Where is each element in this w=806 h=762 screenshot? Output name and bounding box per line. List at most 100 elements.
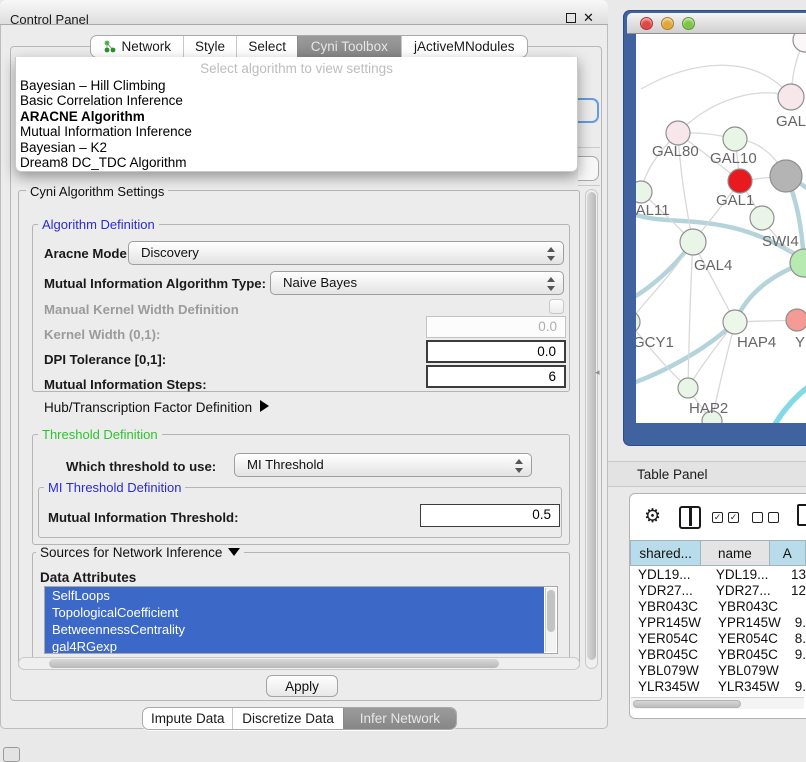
tab-network[interactable]: Network (91, 36, 183, 57)
checked-checkbox-icon[interactable]: ✓ (728, 512, 739, 523)
hidden-groupbox-line (578, 185, 600, 186)
hub-definition-label: Hub/Transcription Factor Definition (44, 400, 252, 415)
algorithm-option[interactable]: Bayesian – K2 (16, 140, 577, 155)
tab-discretize-data[interactable]: Discretize Data (232, 708, 342, 729)
settings-vscrollbar-thumb[interactable] (587, 192, 596, 660)
table-row[interactable]: YBR045CYBR045C9. (630, 647, 806, 663)
network-node[interactable] (793, 34, 806, 52)
minimize-traffic-light[interactable] (661, 17, 674, 30)
tab-impute-data[interactable]: Impute Data (143, 708, 232, 729)
network-node-gal11[interactable] (636, 181, 652, 203)
attribute-item-selected[interactable]: BetweennessCentrality (45, 621, 544, 638)
sources-toggle[interactable]: Sources for Network Inference (36, 545, 244, 560)
network-node[interactable] (770, 160, 802, 192)
tab-style[interactable]: Style (183, 36, 237, 57)
attribute-item-selected[interactable]: gal4RGexp (45, 638, 544, 654)
close-traffic-light[interactable] (640, 17, 653, 30)
which-threshold-combo[interactable]: MI Threshold (234, 453, 532, 477)
network-node-swi4[interactable] (750, 206, 774, 230)
table-rows[interactable]: YDL19...YDL19...13YDR27...YDR27...12YBR0… (630, 567, 806, 698)
table-horizontal-scrollbar[interactable] (631, 697, 804, 709)
aracne-mode-value: Discovery (141, 245, 199, 260)
hub-definition-toggle[interactable]: Hub/Transcription Factor Definition (44, 400, 269, 415)
network-node-gal1[interactable] (728, 169, 752, 193)
data-attributes-label: Data Attributes (40, 570, 136, 585)
network-node-hap4[interactable] (723, 310, 747, 334)
algorithm-option[interactable]: Mutual Information Inference (16, 124, 577, 139)
settings-horizontal-scrollbar[interactable] (18, 657, 580, 670)
column-header-shared[interactable]: shared... (630, 540, 701, 566)
dpi-tolerance-field[interactable]: 0.0 (426, 340, 566, 363)
network-window-titlebar[interactable] (627, 13, 806, 34)
table-row[interactable]: YER054CYER054C8. (630, 631, 806, 647)
gear-icon[interactable]: ⚙ (644, 505, 661, 528)
split-columns-icon[interactable] (679, 506, 701, 529)
manual-kernel-width-checkbox[interactable] (549, 299, 564, 314)
table-row[interactable]: YBR043CYBR043C (630, 599, 806, 615)
settings-hscrollbar-thumb[interactable] (49, 659, 499, 668)
table-cell: YER054C (708, 631, 783, 647)
algorithm-dropdown-popup: Select algorithm to view settings Bayesi… (15, 57, 578, 172)
table-row[interactable]: YLR345WYLR345W9. (630, 679, 806, 695)
tab-select[interactable]: Select (236, 36, 297, 57)
settings-vertical-scrollbar[interactable] (585, 189, 598, 669)
network-node-gal7[interactable] (778, 84, 804, 110)
unchecked-checkbox-icon[interactable] (752, 512, 763, 523)
attributes-scrollbar[interactable] (545, 588, 556, 652)
dpi-tolerance-label: DPI Tolerance [0,1]: (44, 352, 166, 367)
algorithm-option[interactable]: Basic Correlation Inference (16, 93, 577, 108)
algorithm-option[interactable]: Bayesian – Hill Climbing (16, 78, 577, 93)
data-attributes-list[interactable]: SelfLoopsTopologicalCoefficientBetweenne… (44, 586, 558, 654)
algorithm-option[interactable]: ARACNE Algorithm (16, 109, 577, 124)
network-node-gal4[interactable] (680, 229, 706, 255)
attribute-item-selected[interactable]: TopologicalCoefficient (45, 604, 544, 621)
table-cell: YPR145W (630, 615, 708, 631)
table-row[interactable]: YPR145WYPR145W9. (630, 615, 806, 631)
table-cell: 9. (783, 647, 806, 663)
zoom-traffic-light[interactable] (682, 17, 695, 30)
apply-button[interactable]: Apply (266, 675, 338, 697)
minimized-panel-icon[interactable] (3, 747, 20, 762)
tab-jactivemnodules[interactable]: jActiveMNodules (401, 36, 527, 57)
network-node-hap2[interactable] (678, 378, 698, 398)
float-window-icon[interactable] (566, 13, 576, 23)
network-node-gal10[interactable] (723, 127, 747, 151)
tab-infer-network[interactable]: Infer Network (343, 708, 456, 729)
network-node-gcy1[interactable] (636, 311, 640, 333)
algorithm-option[interactable]: Dream8 DC_TDC Algorithm (16, 155, 577, 170)
network-node-gal80[interactable] (666, 121, 690, 145)
kernel-width-label: Kernel Width (0,1): (44, 327, 160, 342)
column-header-a[interactable]: A (770, 540, 806, 566)
close-icon[interactable]: ✕ (583, 10, 594, 26)
network-nodes[interactable] (636, 34, 806, 423)
node-label: GAL1 (716, 192, 754, 209)
table-cell: YBR043C (630, 599, 708, 615)
control-panel-titlebar[interactable] (0, 0, 608, 25)
table-hscrollbar-thumb[interactable] (633, 700, 741, 708)
document-icon[interactable] (797, 504, 806, 526)
checked-checkbox-icon[interactable]: ✓ (712, 512, 723, 523)
control-panel-title: Control Panel (10, 12, 89, 27)
mi-steps-field[interactable]: 6 (426, 365, 566, 388)
column-header-name[interactable]: name (701, 540, 769, 566)
unchecked-checkbox-icon[interactable] (768, 512, 779, 523)
splitter-handle-icon[interactable]: ◂ (595, 367, 600, 378)
node-label: GAL7 (776, 113, 806, 130)
screen: Control Panel ✕ NetworkStyleSelectCyni T… (0, 0, 806, 762)
kernel-width-field[interactable]: 0.0 (426, 316, 566, 338)
tab-cyni-toolbox[interactable]: Cyni Toolbox (297, 36, 401, 57)
attribute-item-selected[interactable]: SelfLoops (45, 587, 544, 604)
table-row[interactable]: YBL079WYBL079W (630, 663, 806, 679)
attributes-scrollbar-thumb[interactable] (547, 590, 555, 632)
table-row[interactable]: YDR27...YDR27...12 (630, 583, 806, 599)
hidden-groupbox-line (578, 147, 600, 148)
manual-kernel-width-label: Manual Kernel Width Definition (44, 302, 239, 317)
mi-algorithm-type-combo[interactable]: Naive Bayes (270, 271, 564, 295)
network-view-canvas[interactable]: GAL7GAL80GAL10GAL1GAL11SWI4GAL4GCY1HAP4Y… (636, 34, 806, 423)
network-node-y[interactable] (786, 309, 806, 331)
combo-arrows-icon (514, 458, 522, 474)
table-row[interactable]: YDL19...YDL19...13 (630, 567, 806, 583)
mi-threshold-field[interactable]: 0.5 (420, 504, 560, 527)
table-cell: YBL079W (708, 663, 783, 679)
aracne-mode-combo[interactable]: Discovery (128, 241, 564, 265)
